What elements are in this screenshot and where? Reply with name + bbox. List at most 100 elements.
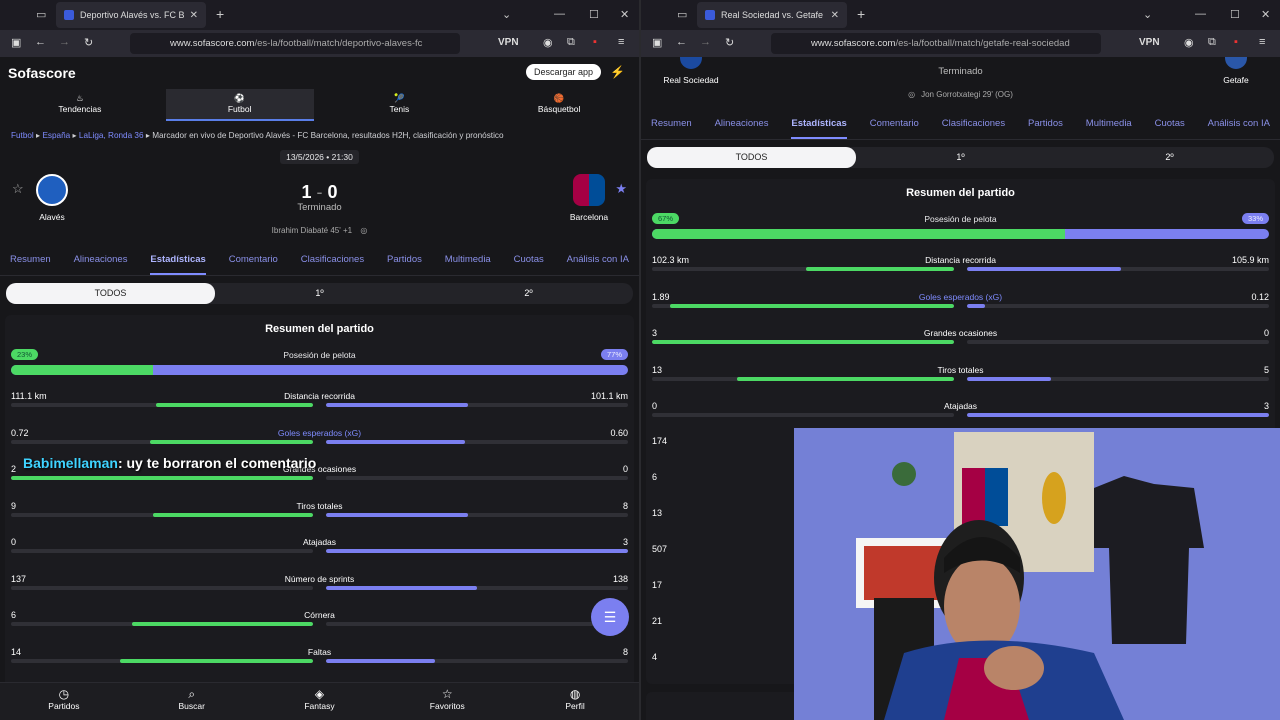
tab-statistics[interactable]: Estadísticas <box>150 250 206 275</box>
tab-standings[interactable]: Clasificaciones <box>942 114 1005 139</box>
shield-icon[interactable]: ▪ <box>593 36 597 48</box>
hand <box>984 646 1044 690</box>
sport-tab-basketball[interactable]: 🏀 Básquetbol <box>485 89 633 121</box>
tab-list-icon[interactable]: ▭ <box>677 8 687 21</box>
tab-matches[interactable]: Partidos <box>1028 114 1063 139</box>
stat-name: Distancia recorrida <box>925 255 996 265</box>
stat-bars <box>652 303 1269 308</box>
breadcrumb-spain[interactable]: España <box>42 131 70 140</box>
sidebar-icon[interactable]: ▣ <box>11 36 21 49</box>
period-all[interactable]: TODOS <box>647 147 856 168</box>
back-icon[interactable]: ← <box>35 36 46 48</box>
tab-statistics[interactable]: Estadísticas <box>791 114 847 139</box>
tab-standings[interactable]: Clasificaciones <box>301 250 364 275</box>
url-host: www.sofascore.com <box>170 38 255 49</box>
tab-media[interactable]: Multimedia <box>445 250 491 275</box>
tab-odds[interactable]: Cuotas <box>514 250 544 275</box>
tab-ai-analysis[interactable]: Análisis con IA <box>1208 114 1270 139</box>
away-team[interactable]: Getafe <box>1211 57 1261 85</box>
stat-bars <box>11 403 628 407</box>
tab-ai-analysis[interactable]: Análisis con IA <box>567 250 629 275</box>
chevron-down-icon[interactable]: ⌄ <box>502 8 511 21</box>
close-window-icon[interactable]: ✕ <box>620 8 629 21</box>
home-bar-fill <box>736 376 955 381</box>
stat-away-value: 5 <box>1263 364 1269 375</box>
tab-media[interactable]: Multimedia <box>1086 114 1132 139</box>
stat-bars <box>11 585 628 590</box>
sidebar-icon[interactable]: ▣ <box>652 36 662 49</box>
lightning-icon[interactable]: ⚡ <box>610 65 625 79</box>
tab-list-icon[interactable]: ▭ <box>36 8 46 21</box>
away-bar-track <box>325 476 628 480</box>
nav-favorites[interactable]: ☆ Favoritos <box>387 683 507 720</box>
tab-commentary[interactable]: Comentario <box>870 114 919 139</box>
stat-away-value: 0 <box>622 464 628 474</box>
nav-label: Buscar <box>178 701 205 711</box>
tab-lineups[interactable]: Alineaciones <box>74 250 128 275</box>
browser-tab[interactable]: Real Sociedad vs. Getafe resultados ✕ <box>697 2 847 28</box>
account-icon[interactable]: ◉ <box>1184 36 1194 49</box>
ball-icon: ◎ <box>908 90 916 99</box>
sport-tab-trending[interactable]: ♨ Tendencias <box>6 89 154 121</box>
maximize-icon[interactable]: ☐ <box>589 8 599 21</box>
chat-button[interactable]: ☰ <box>591 598 629 636</box>
menu-icon[interactable]: ≡ <box>618 36 624 48</box>
back-icon[interactable]: ← <box>676 36 687 48</box>
nav-profile[interactable]: ◍ Perfil <box>515 683 635 720</box>
tab-summary[interactable]: Resumen <box>10 250 51 275</box>
menu-icon[interactable]: ≡ <box>1259 36 1265 48</box>
close-tab-icon[interactable]: ✕ <box>190 10 198 21</box>
shield-icon[interactable]: ▪ <box>1234 36 1238 48</box>
reload-icon[interactable]: ↻ <box>84 36 93 49</box>
sofascore-logo[interactable]: Sofascore <box>8 65 76 81</box>
sport-tab-tennis[interactable]: 🎾 Tenis <box>325 89 473 121</box>
away-team[interactable]: Barcelona <box>564 174 614 222</box>
nav-search[interactable]: ⌕ Buscar <box>132 683 252 720</box>
period-first-half[interactable]: 1º <box>856 147 1065 168</box>
home-bar-fill <box>153 512 314 517</box>
home-bar-fill <box>652 340 955 344</box>
chevron-down-icon[interactable]: ⌄ <box>1143 8 1152 21</box>
url-bar[interactable]: www.sofascore.com/es-la/football/match/g… <box>771 33 1101 54</box>
maximize-icon[interactable]: ☐ <box>1230 8 1240 21</box>
breadcrumb-football[interactable]: Futbol <box>11 131 34 140</box>
browser-tab[interactable]: Deportivo Alavés vs. FC Barcelona ✕ <box>56 2 206 28</box>
forward-icon[interactable]: → <box>700 36 711 48</box>
tab-odds[interactable]: Cuotas <box>1155 114 1185 139</box>
stat-bars <box>652 413 1269 417</box>
extensions-icon[interactable]: ⧉ <box>567 36 575 49</box>
breadcrumb-round[interactable]: LaLiga, Ronda 36 <box>79 131 144 140</box>
tab-lineups[interactable]: Alineaciones <box>715 114 769 139</box>
tab-matches[interactable]: Partidos <box>387 250 422 275</box>
period-second-half[interactable]: 2º <box>424 283 633 304</box>
minimize-icon[interactable]: — <box>554 8 565 20</box>
away-bar-fill <box>966 413 1269 417</box>
period-first-half[interactable]: 1º <box>215 283 424 304</box>
close-tab-icon[interactable]: ✕ <box>831 10 839 21</box>
stat-name[interactable]: Goles esperados (xG) <box>652 292 1269 302</box>
stat-name[interactable]: Goles esperados (xG) <box>11 428 628 438</box>
minimize-icon[interactable]: — <box>1195 8 1206 20</box>
home-bar-fill <box>150 439 314 444</box>
forward-icon[interactable]: → <box>59 36 70 48</box>
tab-summary[interactable]: Resumen <box>651 114 692 139</box>
tab-commentary[interactable]: Comentario <box>229 250 278 275</box>
download-app-button[interactable]: Descargar app <box>525 64 601 80</box>
new-tab-icon[interactable]: + <box>216 6 224 22</box>
star-filled-icon[interactable]: ★ <box>615 181 627 197</box>
close-window-icon[interactable]: ✕ <box>1261 8 1270 21</box>
vpn-button[interactable]: VPN <box>1139 37 1160 48</box>
nav-matches[interactable]: ◷ Partidos <box>4 683 124 720</box>
sport-tab-football[interactable]: ⚽ Futbol <box>165 89 314 121</box>
period-all[interactable]: TODOS <box>6 283 215 304</box>
match-tabs: Resumen Alineaciones Estadísticas Coment… <box>0 250 639 276</box>
extensions-icon[interactable]: ⧉ <box>1208 36 1216 49</box>
nav-fantasy[interactable]: ◈ Fantasy <box>259 683 379 720</box>
url-bar[interactable]: www.sofascore.com/es-la/football/match/d… <box>130 33 460 54</box>
account-icon[interactable]: ◉ <box>543 36 553 49</box>
period-second-half[interactable]: 2º <box>1065 147 1274 168</box>
vpn-button[interactable]: VPN <box>498 37 519 48</box>
reload-icon[interactable]: ↻ <box>725 36 734 49</box>
new-tab-icon[interactable]: + <box>857 6 865 22</box>
chat-icon: ☰ <box>603 608 617 625</box>
